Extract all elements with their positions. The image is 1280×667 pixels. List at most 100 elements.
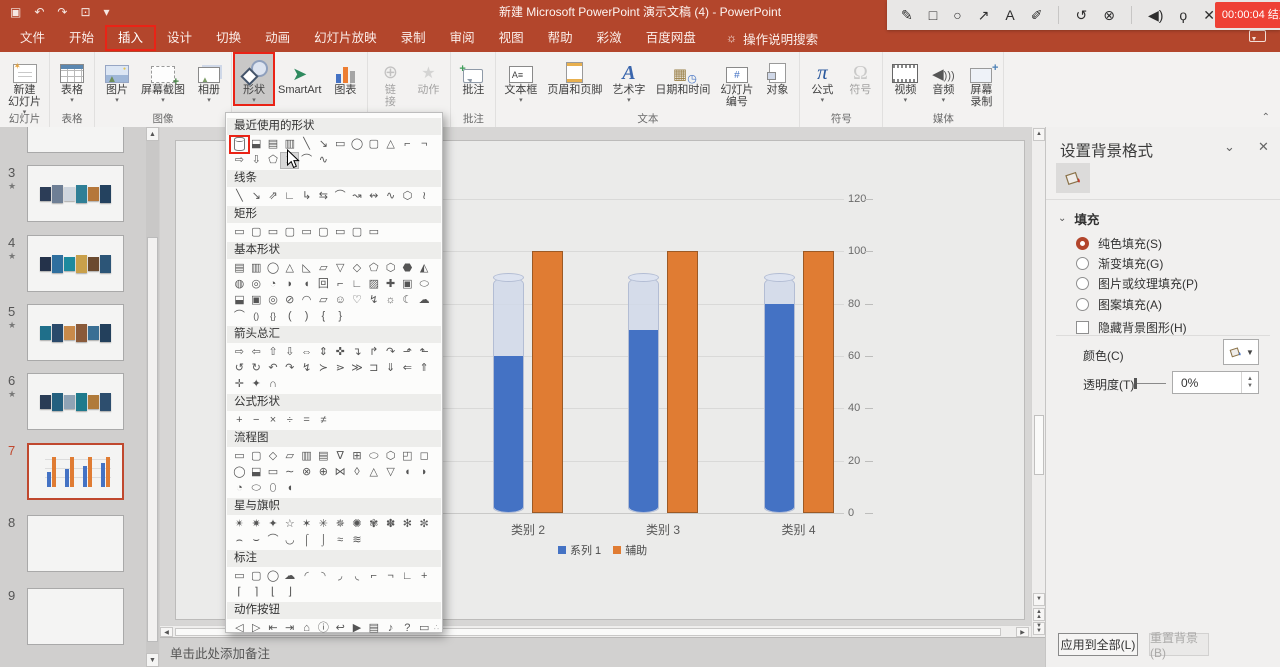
previous-slide-icon[interactable]: ▲▲ xyxy=(1033,608,1045,621)
shape-item[interactable]: ⊘ xyxy=(281,293,298,308)
shape-item[interactable] xyxy=(231,137,248,152)
fill-bucket-tab[interactable] xyxy=(1056,163,1090,193)
collapse-ribbon-icon[interactable]: ⌃ xyxy=(1262,112,1270,123)
shape-item[interactable]: ⋗ xyxy=(332,361,349,376)
shape-item[interactable]: ✳ xyxy=(315,517,332,532)
ribbon-button-shapes[interactable]: 形状▾ xyxy=(235,54,273,104)
ribbon-tab[interactable]: 视图 xyxy=(487,26,536,50)
shape-item[interactable]: ⬭ xyxy=(416,277,433,292)
next-slide-icon[interactable]: ▼▼ xyxy=(1033,622,1045,635)
shape-item[interactable]: ⊐ xyxy=(365,361,382,376)
shape-item[interactable]: ⌒ xyxy=(332,189,349,204)
shape-item[interactable]: ↳ xyxy=(298,189,315,204)
shape-item[interactable]: ↝ xyxy=(349,189,366,204)
shape-item[interactable]: ▢ xyxy=(349,225,366,240)
shape-item[interactable]: ↴ xyxy=(349,345,366,360)
shape-item[interactable]: ⬡ xyxy=(399,189,416,204)
shape-item[interactable]: ∟ xyxy=(349,277,366,292)
ribbon-button-table[interactable]: 表格▾ xyxy=(53,54,91,104)
shape-item[interactable]: ╲ xyxy=(298,137,315,152)
transparency-spinner[interactable]: 0% ▲▼ xyxy=(1172,371,1259,394)
shape-item[interactable]: ✺ xyxy=(349,517,366,532)
shape-item[interactable]: ▭ xyxy=(231,225,248,240)
shape-item[interactable]: ∿ xyxy=(315,153,332,168)
shape-item[interactable]: ◔ xyxy=(231,481,248,496)
shape-item[interactable]: ◇ xyxy=(349,261,366,276)
shape-item[interactable]: ÷ xyxy=(281,413,298,428)
shape-item[interactable]: △ xyxy=(365,465,382,480)
shape-item[interactable]: ¬ xyxy=(382,569,399,584)
shape-item[interactable]: ▽ xyxy=(382,465,399,480)
shape-item[interactable]: ◻ xyxy=(416,449,433,464)
shape-item[interactable]: ▨ xyxy=(365,277,382,292)
shape-item[interactable]: ▥ xyxy=(248,261,265,276)
shape-item[interactable]: () xyxy=(248,309,265,324)
shape-item[interactable]: ▭ xyxy=(332,225,349,240)
shape-item[interactable]: ∼ xyxy=(281,465,298,480)
shape-item[interactable]: ▽ xyxy=(332,261,349,276)
resize-grip-icon[interactable]: ∴ xyxy=(434,623,439,632)
shape-item[interactable]: ♡ xyxy=(349,293,366,308)
ribbon-tab[interactable]: 百度网盘 xyxy=(634,26,708,50)
shape-item[interactable]: ✚ xyxy=(382,277,399,292)
shape-item[interactable]: ⬡ xyxy=(382,449,399,464)
shape-item[interactable]: ⇐ xyxy=(399,361,416,376)
shape-item[interactable]: ↯ xyxy=(365,293,382,308)
shape-item[interactable]: ⌂ xyxy=(298,621,315,636)
shape-item[interactable]: ⬠ xyxy=(365,261,382,276)
shape-item[interactable]: ◎ xyxy=(248,277,265,292)
shape-item[interactable]: ◁ xyxy=(231,621,248,636)
slide-thumbnail[interactable] xyxy=(27,588,124,645)
slide-thumbnail[interactable] xyxy=(27,443,124,500)
shape-item[interactable]: − xyxy=(248,413,265,428)
shape-item[interactable]: ◎ xyxy=(265,293,282,308)
close-pane-icon[interactable]: ✕ xyxy=(1258,139,1269,155)
shape-item[interactable]: ▤ xyxy=(265,137,282,152)
shape-item[interactable]: ↷ xyxy=(382,345,399,360)
shape-item[interactable]: ◊ xyxy=(349,465,366,480)
shape-item[interactable]: ▣ xyxy=(248,293,265,308)
shape-item[interactable]: ∇ xyxy=(332,449,349,464)
shape-item[interactable]: ∟ xyxy=(281,189,298,204)
shape-item[interactable]: ⇥ xyxy=(281,621,298,636)
shape-item[interactable]: ✼ xyxy=(416,517,433,532)
shape-item[interactable]: ↩ xyxy=(332,621,349,636)
shape-item[interactable]: ◯ xyxy=(265,261,282,276)
shape-item[interactable]: ≋ xyxy=(349,533,366,548)
vertical-scrollbar[interactable]: ▲ ▼ ▲▲ ▼▼ xyxy=(1031,127,1045,637)
shape-item[interactable]: ⬭ xyxy=(248,481,265,496)
shape-item[interactable]: ≻ xyxy=(315,361,332,376)
scroll-down-icon[interactable]: ▼ xyxy=(146,653,159,667)
shape-item[interactable]: ◯ xyxy=(265,569,282,584)
shape-item[interactable]: ⇩ xyxy=(281,345,298,360)
shape-item[interactable]: ◖ xyxy=(298,277,315,292)
ribbon-button-textbox[interactable]: A≡文本框▾ xyxy=(499,54,542,104)
apply-to-all-button[interactable]: 应用到全部(L) xyxy=(1058,633,1138,656)
radio-button[interactable] xyxy=(1076,237,1089,250)
shape-item[interactable]: ◍ xyxy=(231,277,248,292)
shape-item[interactable]: ▭ xyxy=(298,225,315,240)
shape-item[interactable]: ↶ xyxy=(265,361,282,376)
close-icon[interactable]: ✕ xyxy=(1203,7,1215,24)
shape-item[interactable]: ⌐ xyxy=(365,569,382,584)
tell-me-search[interactable]: ☼ 操作说明搜索 xyxy=(726,29,818,48)
shape-item[interactable]: ⬡ xyxy=(382,261,399,276)
shape-item[interactable]: ⌢ xyxy=(231,533,248,548)
shape-item[interactable]: ⬑ xyxy=(416,345,433,360)
highlighter-icon[interactable]: ✐ xyxy=(1031,7,1043,24)
shape-item[interactable]: ☁ xyxy=(416,293,433,308)
shape-item[interactable]: ◇ xyxy=(265,449,282,464)
scroll-up-icon[interactable]: ▲ xyxy=(1033,128,1045,141)
shape-item[interactable]: ≠ xyxy=(315,413,332,428)
shape-item[interactable]: ⌋ xyxy=(281,585,298,600)
ribbon-button-screenrecord[interactable]: 屏幕 录制 xyxy=(962,54,1000,108)
shape-item[interactable]: ▢ xyxy=(248,449,265,464)
shape-item[interactable]: ◜ xyxy=(298,569,315,584)
shape-item[interactable]: ◝ xyxy=(315,569,332,584)
shape-item[interactable]: ↻ xyxy=(248,361,265,376)
shape-item[interactable]: ⌒ xyxy=(231,309,248,324)
shape-item[interactable]: ↱ xyxy=(365,345,382,360)
shape-item[interactable]: ✦ xyxy=(248,377,265,392)
shape-item[interactable]: ⬓ xyxy=(248,465,265,480)
shape-item[interactable]: ↷ xyxy=(281,361,298,376)
